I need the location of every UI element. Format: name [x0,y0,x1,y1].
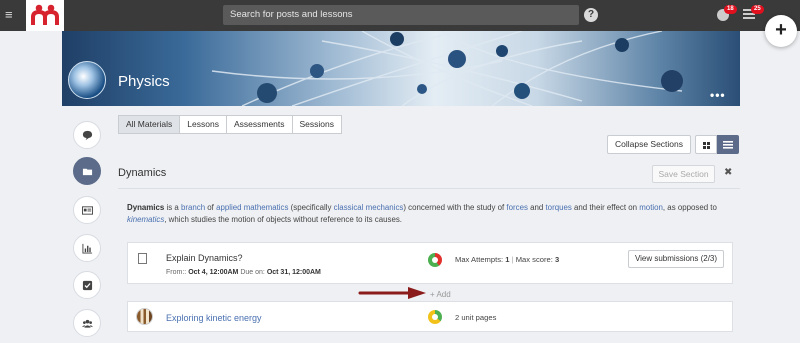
material-tabs: All Materials Lessons Assessments Sessio… [118,115,343,134]
tab-assessments[interactable]: Assessments [225,115,293,134]
create-button[interactable]: + [765,15,797,47]
rail-members-button[interactable] [73,309,101,337]
link-torques[interactable]: torques [545,203,571,212]
course-banner: Physics ••• [62,31,740,106]
molecule-artwork [211,31,683,106]
chat-icon [82,130,92,140]
grid-view-button[interactable] [695,135,717,154]
list-view-button[interactable] [717,135,739,154]
rail-chat-button[interactable] [73,121,101,149]
link-motion[interactable]: motion [639,203,663,212]
notifications-badge: 18 [724,5,737,14]
unit-pages-count: 2 unit pages [455,313,497,322]
assignment-dates: From:: Oct 4, 12:00AM Due on: Oct 31, 12… [166,269,321,276]
lesson-progress-ring [428,310,442,324]
messages-badge: 25 [751,5,764,14]
progress-ring [428,253,442,267]
pointer-arrow-icon [358,287,426,299]
more-options-icon[interactable]: ••• [710,88,726,102]
tab-lessons[interactable]: Lessons [179,115,227,134]
close-icon[interactable]: ✖ [724,167,732,178]
app-logo[interactable] [26,0,64,31]
tab-all-materials[interactable]: All Materials [118,115,181,134]
add-item-link[interactable]: + Add [430,290,451,299]
bar-chart-icon [81,243,92,254]
help-icon[interactable]: ? [584,8,598,22]
rail-checklist-button[interactable] [73,271,101,299]
link-applied-mathematics[interactable]: applied mathematics [216,203,288,212]
rail-card-button[interactable] [73,196,101,224]
lesson-thumbnail [136,308,153,325]
assignment-item[interactable]: Explain Dynamics? From:: Oct 4, 12:00AM … [127,242,733,284]
grid-icon [703,142,710,149]
checkbox-icon [82,280,92,290]
attempts-info: Max Attempts: 1 | Max score: 3 [455,255,560,264]
rail-folder-button[interactable] [73,157,101,185]
section-divider [118,188,740,189]
section-title[interactable]: Dynamics [118,167,166,179]
search-input[interactable]: Search for posts and lessons [223,5,579,25]
lesson-title[interactable]: Exploring kinetic energy [166,313,262,323]
lesson-item[interactable]: Exploring kinetic energy 2 unit pages [127,301,733,332]
rail-analytics-button[interactable] [73,234,101,262]
section-description: Dynamics is a branch of applied mathemat… [127,203,717,224]
tab-sessions[interactable]: Sessions [291,115,343,134]
view-submissions-button[interactable]: View submissions (2/3) [628,250,724,268]
assignment-title[interactable]: Explain Dynamics? [166,253,243,263]
hamburger-icon[interactable]: ≡ [5,8,17,22]
course-title: Physics [118,73,170,90]
card-icon [81,205,93,215]
list-icon [723,141,733,149]
desc-term: Dynamics [127,203,165,212]
folder-icon [82,168,92,175]
link-classical-mechanics[interactable]: classical mechanics [334,203,404,212]
collapse-sections-button[interactable]: Collapse Sections [607,135,691,154]
link-branch[interactable]: branch [181,203,205,212]
people-icon [81,319,93,328]
link-forces[interactable]: forces [506,203,528,212]
document-icon [138,253,147,264]
top-bar: ≡ Search for posts and lessons ? 18 25 [0,0,800,31]
link-kinematics[interactable]: kinematics [127,215,164,224]
course-icon [68,61,106,99]
save-section-button[interactable]: Save Section [652,165,715,183]
